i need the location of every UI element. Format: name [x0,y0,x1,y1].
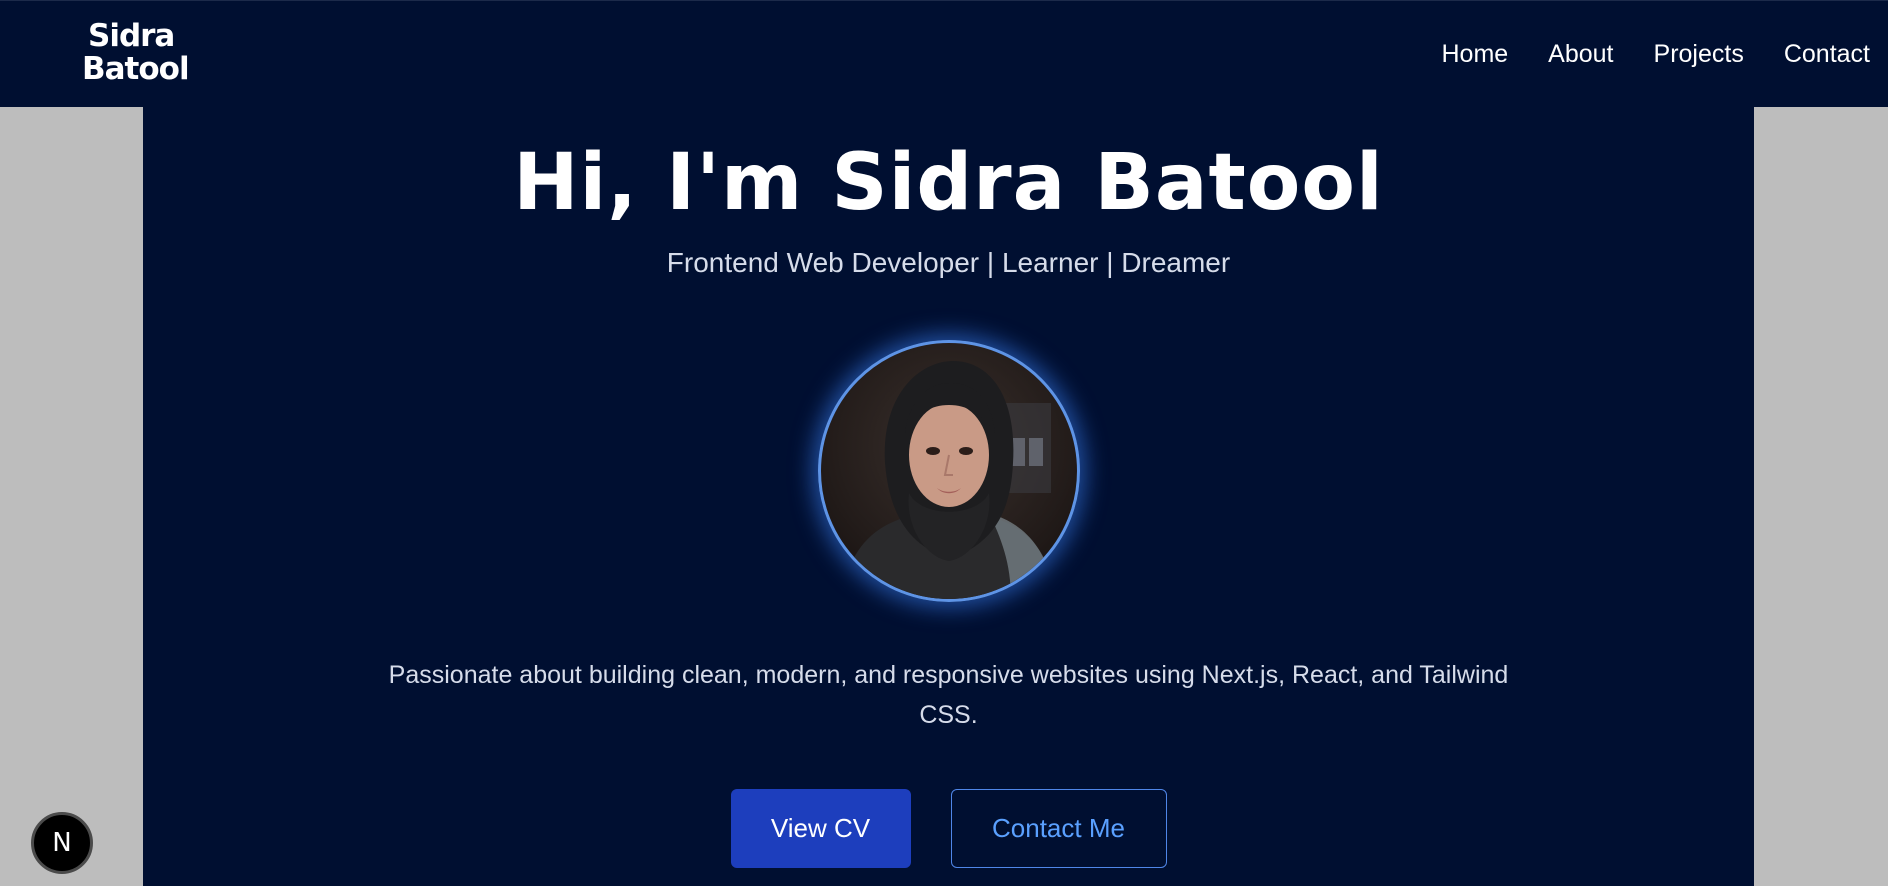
hero-subtitle: Frontend Web Developer | Learner | Dream… [666,247,1231,278]
profile-photo-illustration [841,361,1057,599]
logo-line-first: Sidra [88,18,175,54]
hero-description: Passionate about building clean, modern,… [388,661,1509,729]
page: Sidra Batool Home About Projects Contact… [0,0,1888,886]
nextjs-dev-indicator-icon[interactable]: N [31,812,93,874]
nav-link-about[interactable]: About [1548,37,1613,71]
nav-links: Home About Projects Contact [1441,37,1870,71]
cta-button-row: View CV Contact Me [143,789,1754,868]
hero-section: Hi, I'm Sidra Batool Frontend Web Develo… [143,107,1754,886]
nav-link-home[interactable]: Home [1441,37,1508,71]
view-cv-button[interactable]: View CV [730,789,911,868]
contact-me-button[interactable]: Contact Me [950,789,1167,868]
nav-link-contact[interactable]: Contact [1784,37,1870,71]
site-logo[interactable]: Sidra Batool [82,18,190,89]
top-navbar: Sidra Batool Home About Projects Contact [0,0,1888,107]
profile-avatar [818,340,1080,602]
hero-title: Hi, I'm Sidra Batool [513,138,1384,228]
nav-link-projects[interactable]: Projects [1654,37,1744,71]
logo-line-second: Batool [82,51,190,87]
